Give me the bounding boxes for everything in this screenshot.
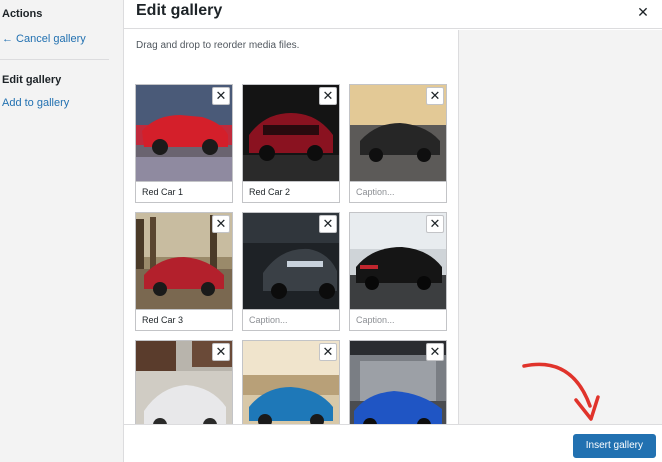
- remove-item-icon[interactable]: ✕: [212, 87, 230, 105]
- gallery-item-3[interactable]: ✕ Caption...: [349, 84, 447, 203]
- car-thumbnail: ✕: [350, 213, 446, 309]
- gallery-item-5[interactable]: ✕ Caption...: [242, 212, 340, 331]
- gallery-item-8[interactable]: ✕: [242, 340, 340, 424]
- car-thumbnail: ✕: [350, 341, 446, 424]
- caption-field[interactable]: Caption...: [350, 309, 446, 330]
- remove-item-icon[interactable]: ✕: [212, 343, 230, 361]
- car-thumbnail: ✕: [243, 341, 339, 424]
- sidebar-item-edit-gallery[interactable]: Edit gallery: [2, 74, 61, 86]
- car-thumbnail: ✕: [243, 85, 339, 181]
- remove-item-icon[interactable]: ✕: [319, 87, 337, 105]
- actions-heading: Actions: [2, 8, 43, 20]
- remove-item-icon[interactable]: ✕: [319, 343, 337, 361]
- car-thumbnail: ✕: [243, 213, 339, 309]
- remove-item-icon[interactable]: ✕: [319, 215, 337, 233]
- sidebar-divider: [0, 59, 109, 60]
- gallery-item-1[interactable]: ✕ Red Car 1: [135, 84, 233, 203]
- gallery-item-4[interactable]: ✕ Red Car 3: [135, 212, 233, 331]
- remove-item-icon[interactable]: ✕: [426, 215, 444, 233]
- car-thumbnail: ✕: [136, 85, 232, 181]
- attachment-details-panel: [458, 30, 662, 424]
- car-thumbnail: ✕: [136, 213, 232, 309]
- car-thumbnail: ✕: [136, 341, 232, 424]
- media-sidebar: Actions ← Cancel gallery Edit gallery Ad…: [0, 0, 124, 462]
- insert-gallery-button[interactable]: Insert gallery: [572, 434, 656, 458]
- gallery-item-2[interactable]: ✕ Red Car 2: [242, 84, 340, 203]
- modal-footer: Insert gallery: [124, 424, 662, 462]
- close-icon[interactable]: ✕: [634, 3, 652, 21]
- gallery-item-7[interactable]: ✕: [135, 340, 233, 424]
- caption-field[interactable]: Caption...: [243, 309, 339, 330]
- gallery-content: Drag and drop to reorder media files. ✕ …: [125, 30, 458, 424]
- gallery-item-9[interactable]: ✕: [349, 340, 447, 424]
- remove-item-icon[interactable]: ✕: [426, 87, 444, 105]
- page-title: Edit gallery: [136, 2, 223, 19]
- sidebar-item-add-to-gallery[interactable]: Add to gallery: [2, 97, 69, 109]
- caption-field[interactable]: Caption...: [350, 181, 446, 202]
- reorder-instructions: Drag and drop to reorder media files.: [136, 40, 300, 51]
- caption-field[interactable]: Red Car 2: [243, 181, 339, 202]
- remove-item-icon[interactable]: ✕: [212, 215, 230, 233]
- remove-item-icon[interactable]: ✕: [426, 343, 444, 361]
- caption-field[interactable]: Red Car 1: [136, 181, 232, 202]
- caption-field[interactable]: Red Car 3: [136, 309, 232, 330]
- cancel-gallery-link[interactable]: ← Cancel gallery: [2, 33, 86, 45]
- gallery-item-6[interactable]: ✕ Caption...: [349, 212, 447, 331]
- car-thumbnail: ✕: [350, 85, 446, 181]
- modal-header: Edit gallery ✕: [124, 0, 662, 29]
